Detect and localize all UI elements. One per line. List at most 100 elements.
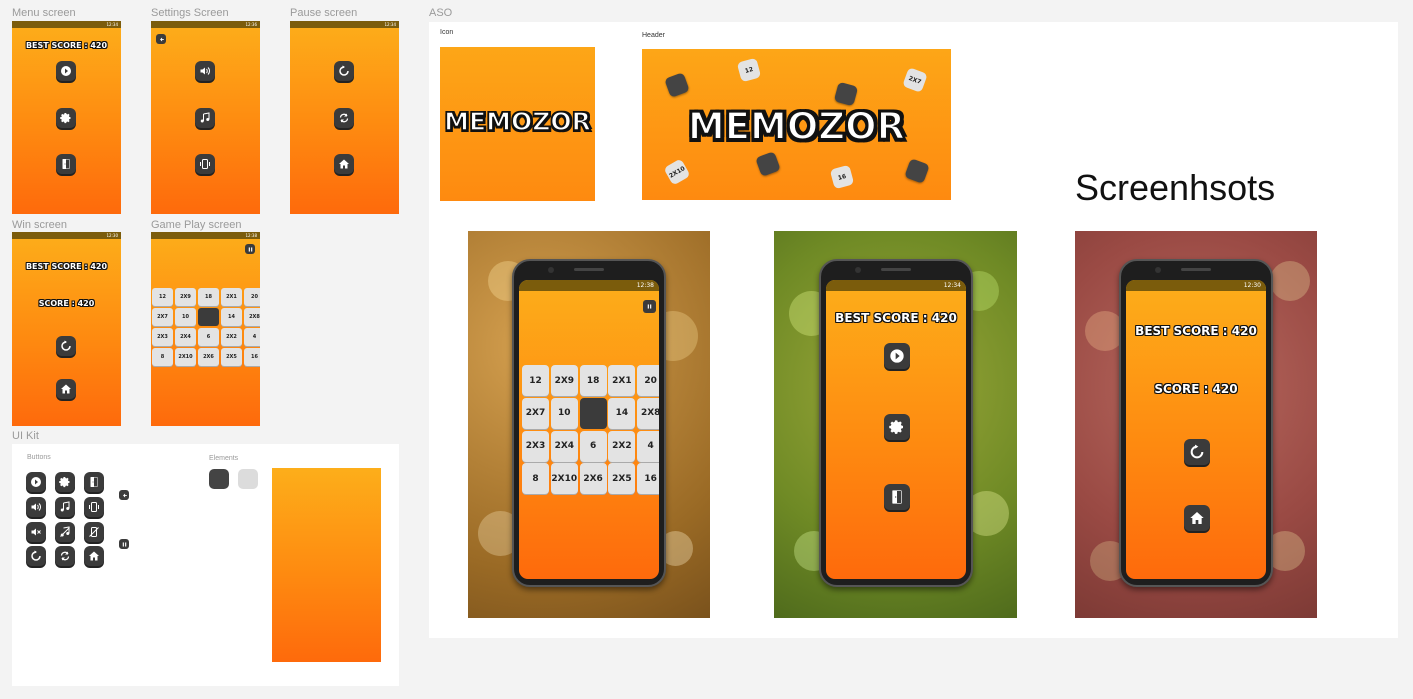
game-tile[interactable]: 20 [244,288,260,306]
vibration-button[interactable] [195,154,215,174]
icon-label: Icon [440,29,454,36]
restart-button[interactable] [334,108,354,128]
kit-vibration-button[interactable] [84,497,104,517]
game-tile[interactable]: 2X10 [175,348,196,366]
game-tile[interactable]: 6 [198,328,219,346]
kit-music-off-button[interactable] [55,522,75,542]
game-tile[interactable]: 16 [244,348,260,366]
resume-button[interactable] [56,336,76,356]
header-tile: 12 [736,57,762,83]
kit-vibration-off-button[interactable] [84,522,104,542]
settings-button[interactable] [884,414,910,440]
game-tile[interactable]: 2X10 [550,463,578,495]
game-tile[interactable]: 2X9 [550,365,578,396]
settings-screen-frame[interactable]: 12:36 [151,21,260,214]
game-tile[interactable]: 2X4 [550,430,578,462]
kit-pause-button[interactable] [119,539,129,549]
pause-screen-frame[interactable]: 12:34 [290,21,399,214]
screenshot-win: 12:30 BEST SCORE : 420 SCORE : 420 [1075,231,1317,618]
header-tile: 2X10 [663,158,691,186]
gear-icon [59,476,71,488]
kit-mute-button[interactable] [26,522,46,542]
pause-button[interactable] [643,300,656,313]
game-tile[interactable]: 12 [152,288,173,306]
back-button[interactable] [156,34,166,44]
game-tile[interactable]: 2X1 [221,288,242,306]
game-tile[interactable]: 10 [550,397,578,429]
game-tile[interactable]: 12 [522,365,549,396]
menu-screen-frame[interactable]: 12:34 BEST SCORE : 420 [12,21,121,214]
game-tile[interactable]: 8 [522,463,549,495]
kit-home-button[interactable] [84,546,104,566]
kit-play-button[interactable] [26,472,46,492]
game-tile[interactable]: 2X8 [637,397,659,429]
kit-music-button[interactable] [55,497,75,517]
background-gradient-element [272,468,381,662]
game-tile[interactable]: 6 [579,430,607,462]
game-tile[interactable]: 2X3 [522,430,549,462]
game-tile[interactable]: 2X2 [608,430,636,462]
game-tile[interactable]: 2X2 [221,328,242,346]
home-icon [338,158,350,170]
kit-sound-button[interactable] [26,497,46,517]
empty-tile[interactable] [198,308,219,326]
game-tile[interactable]: 14 [608,397,636,429]
game-tile[interactable]: 2X7 [152,308,173,326]
game-tile[interactable]: 2X4 [175,328,196,346]
home-button[interactable] [334,154,354,174]
buttons-label: Buttons [27,454,51,461]
score-label: SCORE : 420 [38,299,95,308]
resume-button[interactable] [1184,439,1210,465]
sound-icon [30,501,42,513]
game-tile[interactable]: 2X1 [608,365,636,396]
game-tile[interactable]: 2X7 [522,397,549,429]
game-tile[interactable]: 2X6 [579,463,607,495]
gameplay-screen-frame[interactable]: 12:38 12 2X9 18 2X1 20 2X7 10 14 2X8 2X3 2X4 6 2X2 4 8… [151,232,260,426]
game-tile[interactable]: 2X8 [244,308,260,326]
exit-button[interactable] [56,154,76,174]
game-tile[interactable]: 18 [579,365,607,396]
kit-resume-button[interactable] [26,546,46,566]
empty-tile[interactable] [579,397,607,429]
game-tile[interactable]: 2X5 [608,463,636,495]
game-tile[interactable]: 8 [152,348,173,366]
game-tile[interactable]: 2X3 [152,328,173,346]
kit-back-button[interactable] [119,490,129,500]
game-tile[interactable]: 2X6 [198,348,219,366]
win-screen-frame[interactable]: 12:30 BEST SCORE : 420 SCORE : 420 [12,232,121,426]
game-tile[interactable]: 16 [637,463,659,495]
play-button[interactable] [56,61,76,81]
home-icon [1189,510,1205,526]
settings-button[interactable] [56,108,76,128]
game-tile[interactable]: 10 [175,308,196,326]
kit-settings-button[interactable] [55,472,75,492]
game-tile[interactable]: 18 [198,288,219,306]
header-tile: 16 [829,164,855,190]
resume-button[interactable] [334,61,354,81]
kit-restart-button[interactable] [55,546,75,566]
sound-button[interactable] [195,61,215,81]
game-tile[interactable]: 2X9 [175,288,196,306]
game-tile[interactable]: 4 [244,328,260,346]
frame-label-pause: Pause screen [290,7,358,19]
pause-button[interactable] [245,244,255,254]
phone-screen: 12:34 BEST SCORE : 420 [826,280,966,579]
status-bar: 12:38 [151,232,260,239]
game-tile[interactable]: 2X5 [221,348,242,366]
kit-exit-button[interactable] [84,472,104,492]
home-icon [88,550,100,562]
game-tile[interactable]: 20 [637,365,659,396]
header-dark-tile [755,151,781,177]
game-tile[interactable]: 14 [221,308,242,326]
game-tile[interactable]: 4 [637,430,659,462]
home-button[interactable] [56,379,76,399]
play-button[interactable] [884,343,910,369]
resume-icon [1189,444,1205,460]
home-button[interactable] [1184,505,1210,531]
vibration-icon [199,158,211,170]
music-button[interactable] [195,108,215,128]
exit-button[interactable] [884,484,910,510]
music-off-icon [59,526,71,538]
status-bar: 12:38 [519,280,659,291]
frame-label-uikit: UI Kit [12,430,39,442]
